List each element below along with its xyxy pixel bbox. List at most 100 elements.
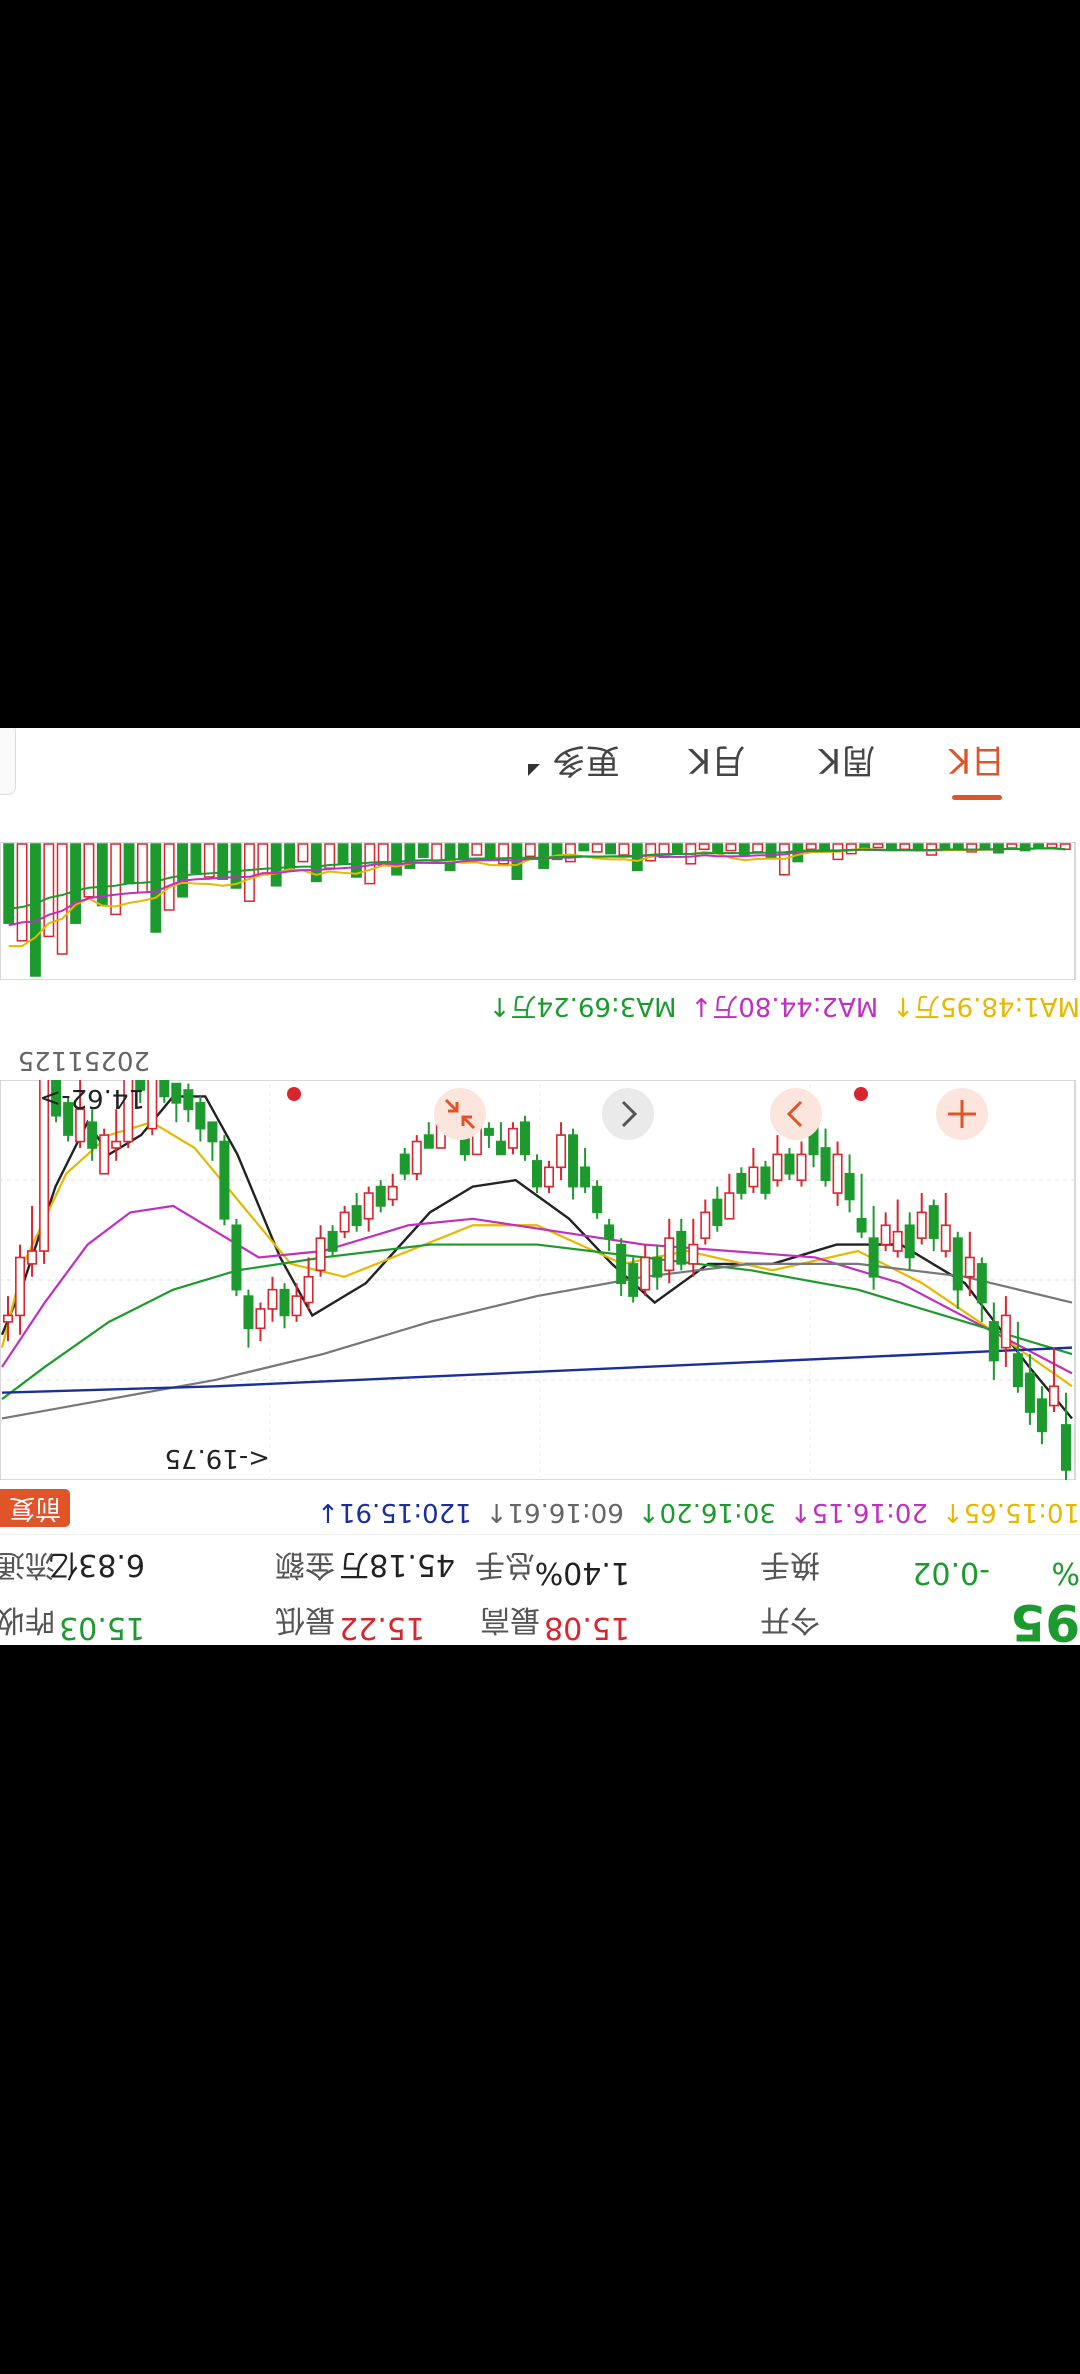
rotated-screen: 95 今开 15.08 最高 15.22 最低 15.03 昨收 % -0.02… — [0, 0, 1080, 2374]
volume-bar — [538, 843, 550, 869]
date-label: 20251125 — [17, 1045, 150, 1075]
volume-bar — [3, 843, 15, 924]
high-marker: <-19.75 — [164, 1443, 270, 1473]
volume-bar — [337, 843, 349, 865]
volume-bar — [752, 843, 764, 853]
candle — [411, 1135, 422, 1181]
volume-chart[interactable] — [0, 842, 1080, 980]
shrink-button[interactable] — [434, 1088, 486, 1140]
adjust-mode-button[interactable]: 前复 — [0, 1489, 70, 1527]
volume-bar — [819, 843, 830, 851]
volume-bar — [712, 843, 723, 854]
vol-ma3-label: MA3:69.24万↑ — [488, 991, 677, 1021]
volume-frame — [0, 842, 1076, 980]
current-price: 95 — [1010, 1593, 1080, 1645]
volume-bar — [805, 843, 817, 851]
volume-bar — [244, 843, 255, 902]
volume-bar — [230, 843, 242, 889]
candle — [147, 1080, 158, 1136]
volume-ma-values: MA1:48.95万↑ MA2:44.80万↓ MA3:69.24万↑ — [475, 990, 1080, 1027]
volume-bar — [605, 843, 616, 855]
volume-bar — [578, 843, 590, 852]
price-ma-values: 10:15.65↑ 20:16.15↑ 30:16.20↑ 60:16.61↑ 120:… — [303, 1497, 1080, 1527]
volume-bar — [524, 843, 536, 858]
prev-close-label: 昨收 — [0, 1602, 55, 1637]
volume-bar — [217, 843, 229, 880]
volume-bar — [471, 843, 483, 856]
volume-bar — [458, 843, 469, 861]
candle — [592, 1180, 603, 1219]
prev-button[interactable] — [770, 1088, 822, 1140]
volume-ma-row: MA1:48.95万↑ MA2:44.80万↓ MA3:69.24万↑ — [0, 987, 1080, 1027]
candle — [628, 1257, 639, 1303]
tab-day-k[interactable]: 日K — [949, 739, 1005, 788]
dropdown-corner-icon — [528, 764, 540, 776]
volume-bar — [30, 843, 41, 977]
volume-bar — [1006, 843, 1018, 849]
event-dot[interactable] — [854, 1087, 868, 1101]
volume-bar — [150, 843, 162, 933]
volume-bar — [123, 843, 135, 885]
candle — [99, 1128, 110, 1175]
tab-more[interactable]: 更多 — [552, 739, 620, 788]
volume-bar — [391, 843, 402, 876]
candle — [531, 1154, 543, 1194]
quote-row-primary: 95 今开 15.08 最高 15.22 最低 15.03 昨收 — [0, 1593, 1080, 1645]
prev-close-value: 15.03 — [59, 1610, 145, 1645]
ma120-label: 120:15.91↓ — [317, 1497, 472, 1527]
candle — [231, 1218, 242, 1297]
volume-bar — [444, 843, 456, 872]
volume-bar — [899, 843, 911, 851]
volume-bar — [618, 843, 630, 856]
change-value: -0.02 — [912, 1555, 990, 1590]
price-ma-row: 10:15.65↑ 20:16.15↑ 30:16.20↑ 60:16.61↑ 120:… — [0, 1487, 1080, 1527]
candle — [760, 1160, 771, 1200]
low-marker: 14.62-> — [39, 1083, 145, 1113]
candlestick-chart[interactable]: <-19.75 14.62-> — [0, 1080, 1080, 1480]
volume-bar — [16, 843, 28, 942]
high-label: 最高 — [480, 1602, 540, 1637]
quote-row-secondary: % -0.02 换手 1.40% 总手 45.18万 金额 6.83亿 流通 — [0, 1540, 1080, 1590]
volume-bar — [203, 843, 215, 878]
volume-bar — [912, 843, 924, 850]
volume-bar — [698, 843, 710, 851]
volume-bar — [70, 843, 81, 924]
tab-week-k[interactable]: 周K — [819, 739, 875, 788]
volume-bar — [1046, 843, 1058, 849]
event-dot[interactable] — [287, 1087, 301, 1101]
volume-bar — [979, 843, 991, 850]
volume-bar — [56, 843, 68, 955]
volume-bar — [190, 843, 202, 874]
zoom-in-button[interactable] — [936, 1088, 988, 1140]
volume-bar — [725, 843, 737, 852]
stock-quote-panel: 95 今开 15.08 最高 15.22 最低 15.03 昨收 % -0.02… — [0, 728, 1080, 1645]
next-button[interactable] — [602, 1088, 654, 1140]
ma10-label: 10:15.65↑ — [941, 1497, 1080, 1527]
volume-bar — [565, 843, 576, 863]
volume-bar — [672, 843, 683, 854]
ma20-label: 20:16.15↑ — [789, 1497, 928, 1527]
side-panel-button[interactable] — [0, 728, 16, 795]
low-value: 15.22 — [339, 1610, 425, 1645]
change-percent: % — [1051, 1555, 1080, 1590]
open-label: 今开 — [760, 1602, 820, 1637]
vol-ma1-label: MA1:48.95万↑ — [892, 991, 1080, 1021]
mktcap-label: 流通 — [0, 1547, 55, 1582]
turnover-label: 换手 — [760, 1547, 820, 1582]
volume-bar — [591, 843, 603, 853]
divider — [0, 1534, 1080, 1535]
amount-label: 金额 — [275, 1547, 335, 1582]
volume-bar — [110, 843, 122, 916]
active-tab-indicator — [952, 795, 1002, 800]
volume-bar — [872, 843, 884, 849]
vol-ma2-label: MA2:44.80万↓ — [690, 991, 879, 1021]
volume-bar — [431, 843, 443, 863]
tab-month-k[interactable]: 月K — [689, 739, 745, 788]
volume-bar — [417, 843, 429, 858]
volume-bar — [137, 843, 148, 894]
candle — [519, 1115, 530, 1161]
mktcap-value: 6.83亿 — [48, 1547, 145, 1582]
date-row: 20251125 — [0, 1035, 1080, 1075]
volume-bar — [177, 843, 188, 898]
volume-bar — [484, 843, 496, 858]
